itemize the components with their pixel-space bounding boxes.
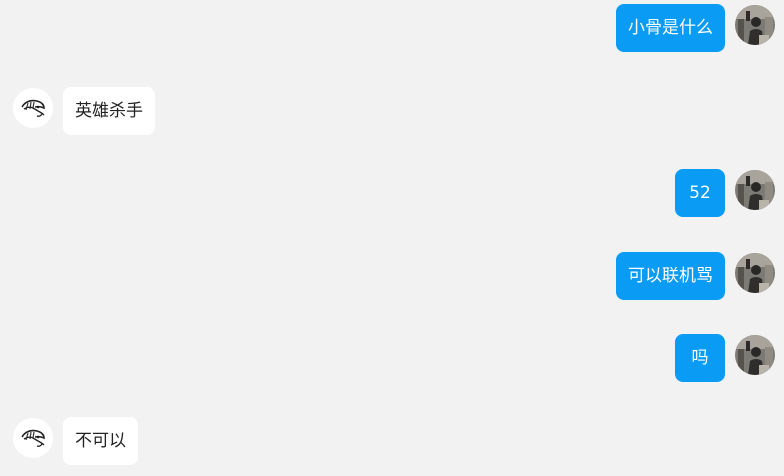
user-avatar[interactable]: [735, 253, 775, 293]
message-row-outgoing: 小骨是什么: [0, 4, 784, 52]
user-avatar[interactable]: [735, 335, 775, 375]
message-row-outgoing: 可以联机骂: [0, 252, 784, 300]
user-photo-icon: [735, 170, 775, 210]
bot-avatar[interactable]: [13, 418, 53, 458]
user-avatar[interactable]: [735, 5, 775, 45]
chat-message-list: 小骨是什么 英雄杀手 52 可以联机骂 吗 不可以: [0, 0, 784, 476]
sketch-bird-icon: [13, 418, 53, 458]
message-bubble-incoming[interactable]: 英雄杀手: [63, 87, 155, 135]
message-row-incoming: 英雄杀手: [0, 87, 784, 135]
message-bubble-outgoing[interactable]: 小骨是什么: [616, 4, 725, 52]
message-bubble-outgoing[interactable]: 可以联机骂: [616, 252, 725, 300]
message-row-outgoing: 吗: [0, 334, 784, 382]
sketch-bird-icon: [13, 88, 53, 128]
message-row-outgoing: 52: [0, 169, 784, 217]
user-photo-icon: [735, 5, 775, 45]
bot-avatar[interactable]: [13, 88, 53, 128]
user-photo-icon: [735, 253, 775, 293]
message-bubble-incoming[interactable]: 不可以: [63, 417, 138, 465]
message-row-incoming: 不可以: [0, 417, 784, 465]
message-bubble-outgoing[interactable]: 吗: [675, 334, 725, 382]
user-photo-icon: [735, 335, 775, 375]
message-bubble-outgoing[interactable]: 52: [675, 169, 725, 217]
user-avatar[interactable]: [735, 170, 775, 210]
